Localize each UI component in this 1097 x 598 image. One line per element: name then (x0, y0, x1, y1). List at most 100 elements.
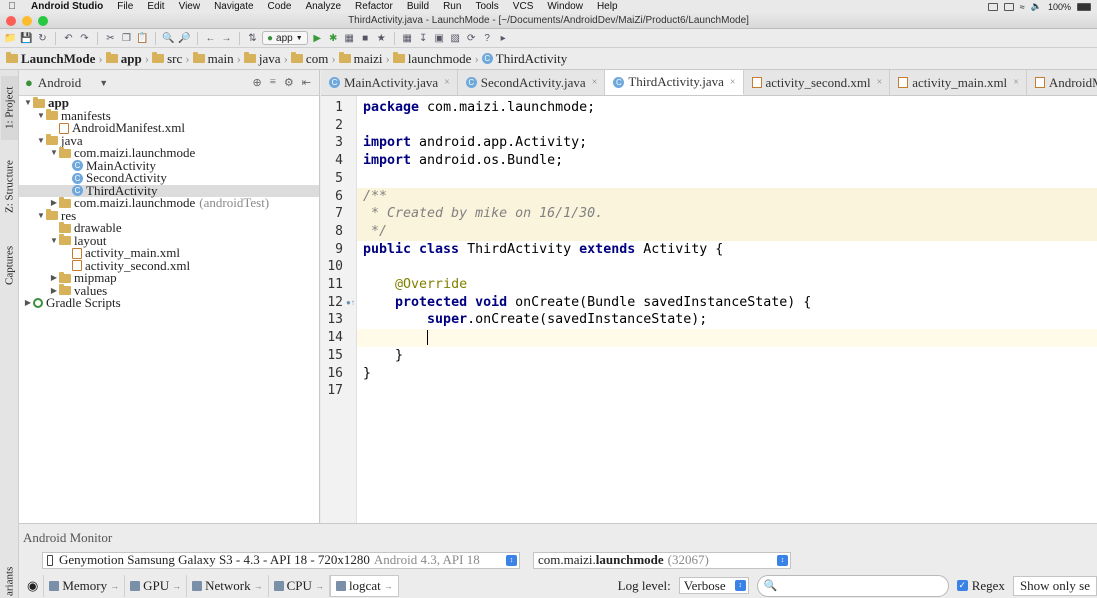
tab-build-variants[interactable]: ariants (1, 565, 18, 598)
code-line[interactable]: import android.app.Activity; (363, 134, 1097, 152)
chevron-down-icon[interactable]: ▼ (36, 210, 46, 223)
chevron-down-icon[interactable]: ▼ (49, 235, 59, 248)
target-icon[interactable]: ⊕ (252, 76, 261, 89)
editor-tab[interactable]: activity_second.xml × (743, 70, 891, 95)
monitor-tab-network[interactable]: Network → (187, 574, 269, 597)
chevron-down-icon[interactable]: ▼ (99, 78, 108, 88)
debug-icon[interactable]: ✱ (327, 32, 340, 45)
gear-icon[interactable]: ⚙ (284, 76, 294, 89)
breadcrumb-item[interactable]: java (241, 51, 284, 67)
pin-icon[interactable]: → (110, 581, 119, 591)
breadcrumb-item[interactable]: C ThirdActivity (479, 51, 571, 67)
breadcrumb-item[interactable]: src (149, 51, 185, 67)
code-line[interactable]: * Created by mike on 16/1/30. (363, 205, 1097, 223)
code-editor[interactable]: package com.maizi.launchmode; import andr… (357, 96, 1097, 523)
profile-icon[interactable]: ★ (375, 32, 388, 45)
chevron-down-icon[interactable]: ▼ (36, 135, 46, 148)
chevron-down-icon[interactable]: ▼ (49, 147, 59, 160)
tab-project[interactable]: 1: Project (1, 76, 18, 140)
breadcrumb-item[interactable]: main (190, 51, 237, 67)
menu-code[interactable]: Code (261, 1, 299, 12)
breadcrumb-item[interactable]: LaunchMode (3, 51, 98, 67)
redo-icon[interactable]: ↷ (78, 32, 91, 45)
chevron-right-icon[interactable]: ▶ (23, 297, 33, 310)
forward-icon[interactable]: → (220, 32, 233, 45)
monitor-tab-logcat[interactable]: logcat → (329, 574, 399, 597)
make-project-icon[interactable]: ⇅ (246, 32, 259, 45)
show-only-selected-filter[interactable]: Show only se (1012, 575, 1097, 596)
breadcrumb-item[interactable]: com (288, 51, 331, 67)
close-icon[interactable]: × (1013, 77, 1019, 88)
editor-tab[interactable]: activity_main.xml × (890, 70, 1027, 95)
tab-structure[interactable]: Z: Structure (1, 150, 18, 224)
pin-icon[interactable]: → (254, 581, 263, 591)
battery-icon[interactable] (1077, 2, 1091, 11)
replace-icon[interactable]: 🔎 (178, 32, 191, 45)
menu-refactor[interactable]: Refactor (348, 1, 400, 12)
run-config-selector[interactable]: ● app ▼ (262, 31, 308, 45)
pin-icon[interactable]: → (315, 581, 324, 591)
android-device-icon[interactable]: ▸ (497, 32, 510, 45)
menu-run[interactable]: Run (436, 1, 468, 12)
code-line[interactable]: @Override (363, 276, 1097, 294)
run-icon[interactable]: ▶ (311, 32, 324, 45)
menu-window[interactable]: Window (540, 1, 590, 12)
menu-analyze[interactable]: Analyze (298, 1, 348, 12)
regex-checkbox[interactable]: ✓ (956, 580, 968, 591)
tree-item[interactable]: ▼ res (19, 209, 319, 223)
code-line[interactable]: } (363, 365, 1097, 383)
menu-edit[interactable]: Edit (140, 1, 171, 12)
pin-icon[interactable]: → (172, 581, 181, 591)
project-structure-icon[interactable]: ▦ (401, 32, 414, 45)
device-selector[interactable]: Genymotion Samsung Galaxy S3 - 4.3 - API… (42, 551, 520, 569)
find-icon[interactable]: 🔍 (162, 32, 175, 45)
sdk-manager-icon[interactable]: ↧ (417, 32, 430, 45)
close-icon[interactable]: × (444, 77, 450, 88)
save-all-icon[interactable]: 💾 (20, 32, 33, 45)
open-folder-icon[interactable]: 📁 (4, 32, 17, 45)
tab-captures[interactable]: Captures (1, 234, 18, 296)
menu-app-name[interactable]: Android Studio (24, 1, 110, 12)
chevron-down-icon[interactable]: ▼ (36, 110, 46, 123)
code-line[interactable]: */ (363, 223, 1097, 241)
attach-debugger-icon[interactable]: ▦ (343, 32, 356, 45)
editor-tab[interactable]: C MainActivity.java × (321, 70, 458, 95)
monitor-tab-memory[interactable]: Memory → (44, 574, 126, 597)
tree-item[interactable]: activity_second.xml (19, 259, 319, 273)
android-monitor-icon[interactable]: ▧ (449, 32, 462, 45)
tree-item[interactable]: ▶ mipmap (19, 271, 319, 285)
paste-icon[interactable]: 📋 (136, 32, 149, 45)
tree-item[interactable]: drawable (19, 221, 319, 235)
chevron-right-icon[interactable]: ▶ (49, 197, 59, 210)
pin-icon[interactable]: → (384, 581, 393, 591)
copy-icon[interactable]: ❐ (120, 32, 133, 45)
tree-item[interactable]: ▼ com.maizi.launchmode (19, 146, 319, 160)
code-line[interactable] (363, 382, 1097, 400)
breadcrumb-item[interactable]: app (103, 51, 145, 67)
code-line[interactable] (363, 258, 1097, 276)
monitor-tab-gpu[interactable]: GPU → (125, 574, 188, 597)
close-icon[interactable]: × (877, 77, 883, 88)
avd-manager-icon[interactable]: ▣ (433, 32, 446, 45)
menu-help[interactable]: Help (590, 1, 625, 12)
menu-navigate[interactable]: Navigate (207, 1, 260, 12)
chevron-right-icon[interactable]: ▶ (49, 272, 59, 285)
display-icon[interactable] (1003, 2, 1014, 11)
code-line[interactable]: } (363, 347, 1097, 365)
back-icon[interactable]: ← (204, 32, 217, 45)
menu-tools[interactable]: Tools (468, 1, 505, 12)
screen-icon[interactable] (987, 2, 998, 11)
code-line[interactable]: super.onCreate(savedInstanceState); (363, 311, 1097, 329)
cut-icon[interactable]: ✂ (104, 32, 117, 45)
monitor-tab-cpu[interactable]: CPU → (269, 574, 330, 597)
menu-file[interactable]: File (110, 1, 140, 12)
editor-tab[interactable]: C ThirdActivity.java × (605, 70, 744, 95)
menu-build[interactable]: Build (400, 1, 436, 12)
menu-view[interactable]: View (172, 1, 208, 12)
editor-tab[interactable]: C SecondActivity.java × (457, 70, 606, 95)
tree-item[interactable]: C MainActivity (19, 159, 319, 173)
sync-icon[interactable]: ↻ (36, 32, 49, 45)
process-selector[interactable]: com.maizi. launchmode (32067) ↕ (533, 551, 791, 569)
hide-panel-icon[interactable]: ⇤ (302, 76, 311, 89)
breadcrumb-item[interactable]: launchmode (390, 51, 475, 67)
